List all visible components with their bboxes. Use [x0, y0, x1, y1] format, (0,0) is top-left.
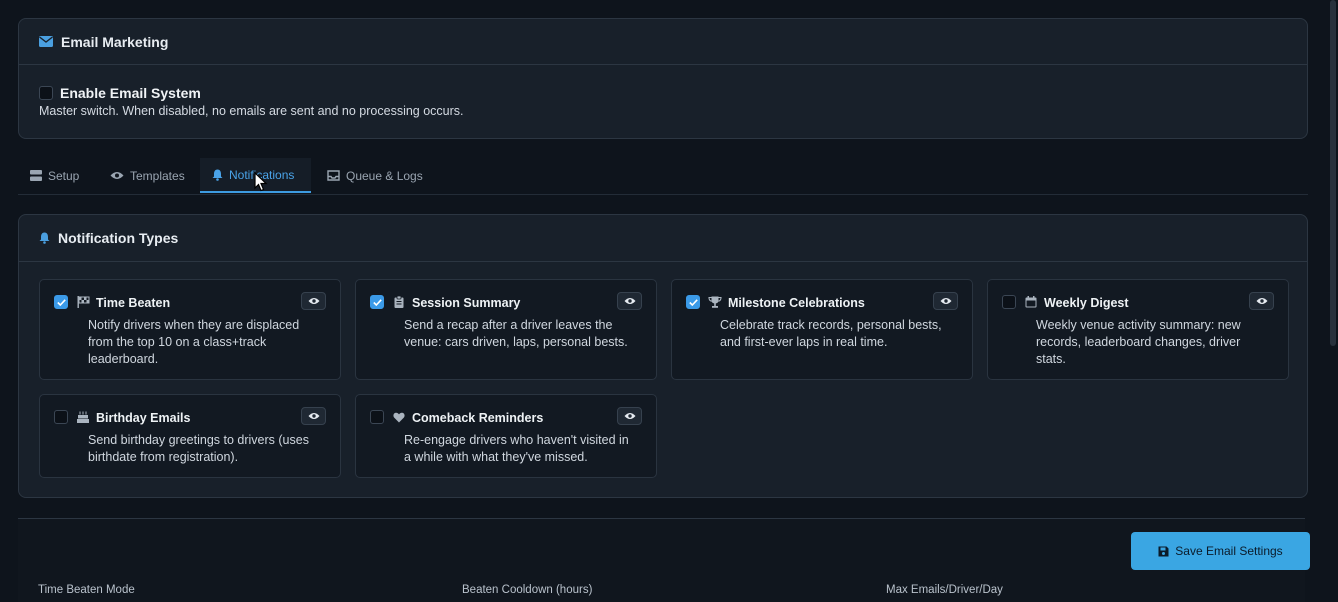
comeback-reminders-checkbox[interactable] [370, 410, 384, 424]
birthday-emails-checkbox[interactable] [54, 410, 68, 424]
time-beaten-title: Time Beaten [96, 296, 171, 310]
eye-icon [110, 172, 124, 179]
tab-setup-label: Setup [48, 168, 80, 183]
comeback-reminders-preview-button[interactable] [617, 407, 642, 425]
session-summary-title: Session Summary [412, 296, 521, 310]
email-marketing-panel: Email Marketing Enable Email System Mast… [18, 18, 1308, 139]
notification-card-time-beaten: Time Beaten Notify drivers when they are… [39, 279, 341, 380]
bell-icon [212, 169, 223, 181]
email-marketing-title: Email Marketing [61, 33, 169, 50]
weekly-digest-title: Weekly Digest [1044, 296, 1129, 310]
tab-templates[interactable]: Templates [98, 158, 198, 193]
birthday-emails-title: Birthday Emails [96, 411, 191, 425]
notification-card-birthday-emails: Birthday Emails Send birthday greetings … [39, 394, 341, 478]
session-summary-checkbox[interactable] [370, 295, 384, 309]
time-beaten-preview-button[interactable] [301, 292, 326, 310]
enable-email-checkbox[interactable] [39, 86, 53, 100]
tab-setup[interactable]: Setup [18, 158, 98, 193]
beaten-cooldown-label: Beaten Cooldown (hours) [462, 584, 593, 596]
comeback-reminders-title: Comeback Reminders [412, 411, 544, 425]
notification-card-weekly-digest: Weekly Digest Weekly venue activity summ… [987, 279, 1289, 380]
milestone-celebrations-title: Milestone Celebrations [728, 296, 865, 310]
notification-types-title: Notification Types [58, 230, 179, 246]
time-beaten-mode-label: Time Beaten Mode [38, 584, 135, 596]
notification-types-panel: Notification Types Time Beaten Notify dr… [18, 214, 1308, 498]
bell-icon [39, 232, 50, 244]
envelope-icon [39, 36, 53, 47]
enable-email-label: Enable Email System [60, 85, 201, 101]
eye-icon [624, 413, 635, 419]
flag-checkered-icon [76, 295, 90, 309]
max-emails-label: Max Emails/Driver/Day [886, 584, 1003, 596]
comeback-reminders-description: Re-engage drivers who haven't visited in… [404, 433, 629, 464]
check-icon [372, 298, 382, 306]
trophy-icon [708, 295, 722, 309]
time-beaten-checkbox[interactable] [54, 295, 68, 309]
session-summary-preview-button[interactable] [617, 292, 642, 310]
weekly-digest-checkbox[interactable] [1002, 295, 1016, 309]
enable-email-description: Master switch. When disabled, no emails … [39, 104, 464, 118]
calendar-icon [1024, 295, 1038, 309]
eye-icon [624, 298, 635, 304]
server-icon [30, 170, 42, 181]
email-tabs: Setup Templates Notifications Queue & Lo… [18, 158, 1308, 195]
heart-icon [392, 410, 406, 424]
eye-icon [1256, 298, 1267, 304]
milestone-celebrations-description: Celebrate track records, personal bests,… [720, 318, 942, 349]
eye-icon [308, 298, 319, 304]
eye-icon [308, 413, 319, 419]
notification-types-header: Notification Types [19, 215, 1307, 262]
tab-queue-logs-label: Queue & Logs [346, 168, 423, 183]
save-email-settings-label: Save Email Settings [1175, 544, 1283, 558]
birthday-emails-preview-button[interactable] [301, 407, 326, 425]
clipboard-icon [392, 295, 406, 309]
birthday-emails-description: Send birthday greetings to drivers (uses… [88, 433, 309, 464]
milestone-celebrations-preview-button[interactable] [933, 292, 958, 310]
enable-email-row[interactable]: Enable Email System [39, 85, 201, 101]
notification-card-session-summary: Session Summary Send a recap after a dri… [355, 279, 657, 380]
page-scrollbar[interactable] [1330, 0, 1336, 346]
email-marketing-header: Email Marketing [19, 19, 1307, 65]
session-summary-description: Send a recap after a driver leaves the v… [404, 318, 628, 349]
weekly-digest-description: Weekly venue activity summary: new recor… [1036, 318, 1241, 366]
notification-card-milestone-celebrations: Milestone Celebrations Celebrate track r… [671, 279, 973, 380]
weekly-digest-preview-button[interactable] [1249, 292, 1274, 310]
milestone-celebrations-checkbox[interactable] [686, 295, 700, 309]
inbox-icon [327, 170, 340, 181]
settings-panel-background [18, 519, 1305, 602]
save-email-settings-button[interactable]: Save Email Settings [1131, 532, 1310, 570]
save-icon [1158, 546, 1169, 556]
mouse-cursor-icon [254, 172, 268, 192]
notification-card-comeback-reminders: Comeback Reminders Re-engage drivers who… [355, 394, 657, 478]
eye-icon [940, 298, 951, 304]
check-icon [688, 298, 698, 306]
check-icon [56, 298, 66, 306]
tab-queue-logs[interactable]: Queue & Logs [315, 158, 433, 193]
tab-templates-label: Templates [130, 168, 185, 183]
cake-icon [76, 410, 90, 424]
time-beaten-description: Notify drivers when they are displaced f… [88, 318, 300, 366]
